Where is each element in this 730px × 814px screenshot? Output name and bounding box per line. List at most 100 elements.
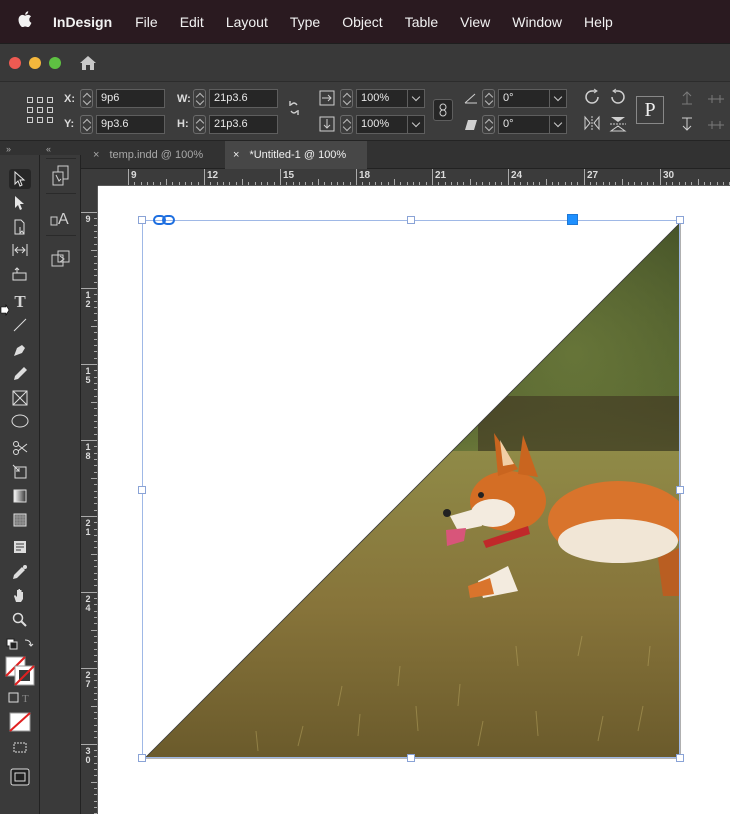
home-icon[interactable] <box>79 55 97 71</box>
y-stepper[interactable] <box>80 115 93 134</box>
resize-handle-bottom-right[interactable] <box>676 754 684 762</box>
menu-edit[interactable]: Edit <box>180 14 204 30</box>
scale-x-field[interactable]: 100% <box>356 89 425 108</box>
shear-angle-dropdown[interactable] <box>549 116 566 133</box>
scale-y-dropdown[interactable] <box>407 116 424 133</box>
w-field[interactable]: 21p3.6 <box>209 89 278 108</box>
close-window-button[interactable] <box>9 57 21 69</box>
align-bottom-icon[interactable] <box>680 116 694 135</box>
document-canvas[interactable] <box>98 186 730 814</box>
pointer-cursor-icon <box>0 303 10 319</box>
layers-panel-icon[interactable] <box>49 247 73 271</box>
w-stepper[interactable] <box>193 89 206 108</box>
rotate-angle-dropdown[interactable] <box>549 90 566 107</box>
resize-handle-top-left[interactable] <box>138 216 146 224</box>
flip-horizontal-icon[interactable] <box>583 115 601 134</box>
distribute-horizontal-icon[interactable] <box>706 118 726 134</box>
ruler-v-digit: 5 <box>85 375 91 385</box>
zoom-icon[interactable] <box>9 610 31 630</box>
pen-tool[interactable] <box>9 340 31 360</box>
direct-selection-tool[interactable] <box>9 193 31 213</box>
menu-type[interactable]: Type <box>290 14 320 30</box>
pages-panel-icon[interactable] <box>49 163 73 187</box>
menu-app-name[interactable]: InDesign <box>53 14 112 30</box>
scale-y-field[interactable]: 100% <box>356 115 425 134</box>
note-tool[interactable] <box>9 538 31 558</box>
menu-layout[interactable]: Layout <box>226 14 268 30</box>
apple-icon[interactable] <box>18 11 36 32</box>
zoom-window-button[interactable] <box>49 57 61 69</box>
formatting-container-text-icons[interactable]: T <box>4 688 36 708</box>
h-stepper[interactable] <box>193 115 206 134</box>
horizontal-ruler[interactable]: 9 12 15 18 21 24 27 30 <box>98 169 730 186</box>
resize-handle-top-right[interactable] <box>676 216 684 224</box>
minimize-window-button[interactable] <box>29 57 41 69</box>
tab-close-icon[interactable]: × <box>233 149 239 161</box>
ruler-origin[interactable] <box>81 169 98 186</box>
tab-close-icon[interactable]: × <box>93 149 99 161</box>
link-scale-icon[interactable] <box>433 99 453 121</box>
rotate-angle-stepper[interactable] <box>482 89 495 108</box>
menu-table[interactable]: Table <box>405 14 438 30</box>
scale-y-stepper[interactable] <box>340 115 353 134</box>
menu-window[interactable]: Window <box>512 14 562 30</box>
collapse-toolbox-icon[interactable]: ›› <box>6 144 11 154</box>
free-transform-tool[interactable] <box>9 462 31 482</box>
type-tool[interactable]: T <box>9 292 31 312</box>
h-field[interactable]: 21p3.6 <box>209 115 278 134</box>
resize-handle-bottom-left[interactable] <box>138 754 146 762</box>
scale-y-value: 100% <box>361 118 390 130</box>
scissors-tool[interactable] <box>9 438 31 458</box>
vertical-ruler[interactable]: 9 12 15 18 21 24 27 30 <box>81 186 98 814</box>
line-tool[interactable] <box>9 316 31 336</box>
collapse-panels-icon[interactable]: ‹‹ <box>46 144 51 154</box>
gradient-feather-tool[interactable] <box>9 511 31 531</box>
preview-mode-icon[interactable] <box>9 766 31 786</box>
ruler-v-digit: 2 <box>85 299 91 309</box>
menu-object[interactable]: Object <box>342 14 382 30</box>
menu-file[interactable]: File <box>135 14 158 30</box>
gradient-swatch-tool[interactable] <box>9 487 31 507</box>
resize-handle-middle-left[interactable] <box>138 486 146 494</box>
rotate-counterclockwise-icon[interactable] <box>609 88 627 109</box>
content-collector-tool[interactable] <box>9 265 31 285</box>
hand-icon[interactable] <box>9 586 31 606</box>
pencil-tool[interactable] <box>9 364 31 384</box>
y-field[interactable]: 9p3.6 <box>96 115 165 134</box>
selection-tool[interactable] <box>9 169 31 189</box>
ellipse-tool[interactable] <box>9 412 31 432</box>
scale-x-stepper[interactable] <box>340 89 353 108</box>
shear-angle-field[interactable]: 0° <box>498 115 567 134</box>
ruler-v-label: 24 <box>84 595 92 613</box>
eyedropper-tool[interactable] <box>9 562 31 582</box>
default-swap-colors-icon[interactable] <box>4 635 36 655</box>
x-stepper[interactable] <box>80 89 93 108</box>
apply-none-swatch[interactable] <box>9 710 31 732</box>
menu-view[interactable]: View <box>460 14 490 30</box>
shear-angle-stepper[interactable] <box>482 115 495 134</box>
gap-tool[interactable] <box>9 241 31 261</box>
page-tool[interactable] <box>9 217 31 237</box>
rotate-angle-field[interactable]: 0° <box>498 89 567 108</box>
p-reference-icon[interactable]: P <box>636 96 664 124</box>
x-field[interactable]: 9p6 <box>96 89 165 108</box>
tab-temp-indd[interactable]: × temp.indd @ 100% <box>85 141 224 169</box>
resize-handle-middle-right[interactable] <box>676 486 684 494</box>
constrain-proportions-icon[interactable] <box>287 99 301 120</box>
distribute-icon[interactable] <box>706 92 726 108</box>
live-corner-handle[interactable] <box>567 214 578 225</box>
screen-mode-icon[interactable] <box>9 738 31 758</box>
reference-point-icon[interactable] <box>27 97 53 123</box>
flip-vertical-icon[interactable] <box>609 115 627 136</box>
menu-help[interactable]: Help <box>584 14 613 30</box>
paragraph-styles-icon[interactable]: A <box>49 205 73 229</box>
rotate-clockwise-icon[interactable] <box>583 88 601 109</box>
linked-image-icon[interactable] <box>153 213 175 225</box>
fill-stroke-swatch[interactable] <box>4 654 36 686</box>
scale-x-dropdown[interactable] <box>407 90 424 107</box>
resize-handle-bottom-center[interactable] <box>407 754 415 762</box>
align-top-icon[interactable] <box>680 90 694 109</box>
tab-untitled-1[interactable]: × *Untitled-1 @ 100% <box>225 141 367 169</box>
rectangle-frame-tool[interactable] <box>9 388 31 408</box>
resize-handle-top-center[interactable] <box>407 216 415 224</box>
